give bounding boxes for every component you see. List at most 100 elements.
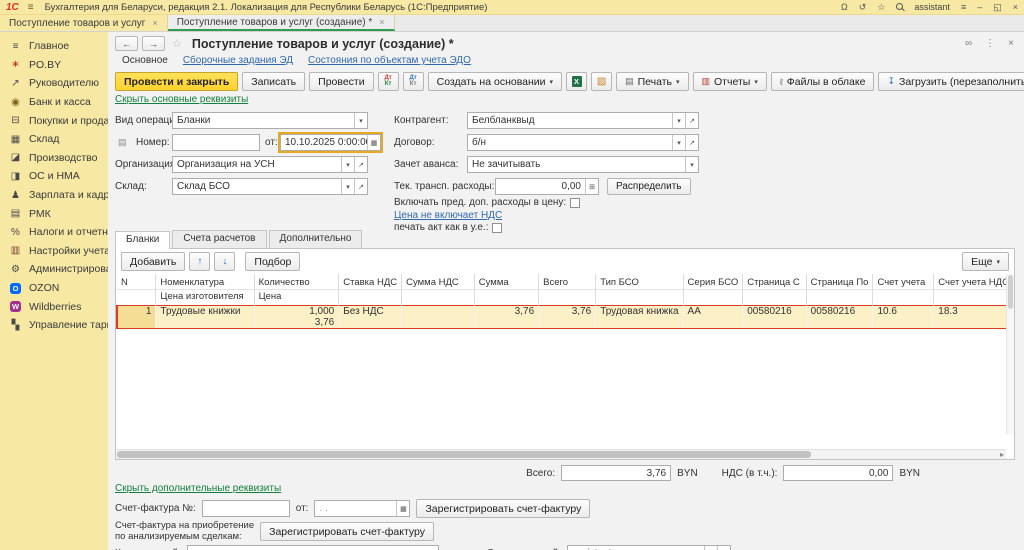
table-row[interactable]: 1Трудовые книжки1,000Без НДС3,763,76Труд… bbox=[117, 306, 1014, 329]
nav-edo-states-link[interactable]: Состояния по объектам учета ЭДО bbox=[308, 55, 471, 66]
table-more-button[interactable]: Еще▾ bbox=[962, 252, 1009, 271]
sidebar-item-warehouse[interactable]: ▦Склад bbox=[0, 130, 108, 149]
favorite-star-icon[interactable]: ☆ bbox=[172, 37, 182, 50]
register-analyzed-invoice-button[interactable]: Зарегистрировать счет-фактуру bbox=[260, 522, 434, 541]
app-tab[interactable]: Поступление товаров и услуг× bbox=[0, 15, 168, 31]
grid-cell[interactable] bbox=[539, 317, 596, 329]
grid-cell[interactable] bbox=[873, 317, 934, 329]
minimize-icon[interactable]: – bbox=[977, 2, 982, 12]
grid-cell[interactable] bbox=[339, 317, 402, 329]
open-icon[interactable]: ↗ bbox=[354, 179, 367, 194]
cloud-files-button[interactable]: ℓ Файлы в облаке bbox=[771, 72, 875, 91]
organization-field[interactable]: Организация на УСН ▾ ↗ bbox=[172, 156, 368, 173]
hide-additional-requisites-link[interactable]: Скрыть дополнительные реквизиты bbox=[115, 483, 281, 494]
save-button[interactable]: Записать bbox=[242, 72, 305, 91]
nav-assembly-tasks-link[interactable]: Сборочные задания ЭД bbox=[183, 55, 293, 66]
attached-images-button[interactable]: ▧ bbox=[591, 72, 612, 91]
grid-cell[interactable]: АА bbox=[683, 306, 743, 318]
sidebar-item-wildberries[interactable]: WWildberries bbox=[0, 297, 108, 316]
grid-cell[interactable] bbox=[402, 317, 475, 329]
open-icon[interactable]: ↗ bbox=[354, 157, 367, 172]
scroll-right-icon[interactable]: ▸ bbox=[1000, 450, 1004, 459]
operation-type-field[interactable]: Бланки ▾ bbox=[172, 112, 368, 129]
chevron-down-icon[interactable]: ▾ bbox=[354, 113, 367, 128]
scrollbar-thumb[interactable] bbox=[117, 451, 811, 458]
grid-cell[interactable] bbox=[156, 317, 254, 329]
create-based-on-button[interactable]: Создать на основании▾ bbox=[428, 72, 562, 91]
forward-button[interactable]: → bbox=[142, 36, 165, 51]
grid-cell[interactable] bbox=[934, 317, 1014, 329]
favorites-icon[interactable]: ☆ bbox=[877, 2, 885, 13]
grid-cell[interactable]: 00580216 bbox=[806, 306, 873, 318]
sidebar-item-manager[interactable]: ↗Руководителю bbox=[0, 74, 108, 93]
counterparty-field[interactable]: Белбланквыд ▾ ↗ bbox=[467, 112, 699, 129]
table-tab[interactable]: Дополнительно bbox=[269, 230, 363, 248]
tab-close-icon[interactable]: × bbox=[152, 18, 157, 28]
sidebar-item-rmk[interactable]: ▤РМК bbox=[0, 204, 108, 223]
get-link-icon[interactable]: ∞ bbox=[965, 38, 972, 49]
notifications-icon[interactable]: Ω bbox=[841, 2, 848, 12]
chevron-down-icon[interactable]: ▾ bbox=[341, 179, 354, 194]
grid-cell[interactable] bbox=[596, 317, 683, 329]
sidebar-item-accounting-settings[interactable]: ▥Настройки учета bbox=[0, 242, 108, 261]
grid-cell[interactable] bbox=[683, 317, 743, 329]
close-form-icon[interactable]: × bbox=[1008, 38, 1014, 49]
open-icon[interactable]: ↗ bbox=[685, 113, 698, 128]
number-field[interactable] bbox=[172, 134, 260, 151]
sidebar-item-administration[interactable]: ⚙Администрирование bbox=[0, 260, 108, 279]
nav-main-tab[interactable]: Основное bbox=[122, 55, 168, 66]
vertical-scrollbar[interactable] bbox=[1006, 274, 1014, 434]
date-field[interactable]: 10.10.2025 0:00:00 ▦ bbox=[280, 134, 381, 151]
invoice-number-field[interactable] bbox=[202, 500, 290, 517]
chevron-down-icon[interactable]: ▾ bbox=[672, 113, 685, 128]
load-from-file-button[interactable]: ↧ Загрузить (перезаполнить) из файла bbox=[878, 72, 1024, 91]
chevron-down-icon[interactable]: ▾ bbox=[341, 157, 354, 172]
history-icon[interactable]: ↺ bbox=[859, 2, 867, 13]
restore-icon[interactable]: ◱ bbox=[993, 2, 1002, 13]
calculator-icon[interactable]: ⊞ bbox=[585, 179, 598, 194]
distribute-button[interactable]: Распределить bbox=[607, 178, 691, 195]
post-button[interactable]: Провести bbox=[309, 72, 373, 91]
comment-field[interactable] bbox=[187, 545, 439, 550]
table-tab[interactable]: Бланки bbox=[115, 231, 170, 249]
transport-costs-field[interactable]: 0,00 ⊞ bbox=[495, 178, 599, 195]
posting-structure-button[interactable]: ДтКт bbox=[403, 72, 424, 91]
grid-cell[interactable]: 1 bbox=[117, 306, 156, 318]
grid-cell[interactable] bbox=[402, 306, 475, 318]
calendar-icon[interactable]: ▦ bbox=[367, 135, 380, 150]
responsible-field[interactable]: assistant ▾ ↗ bbox=[567, 545, 731, 550]
calendar-icon[interactable]: ▦ bbox=[396, 501, 409, 516]
open-icon[interactable]: ↗ bbox=[685, 135, 698, 150]
price-vat-link[interactable]: Цена не включает НДС bbox=[394, 210, 502, 221]
grid-cell[interactable] bbox=[743, 317, 806, 329]
register-invoice-button[interactable]: Зарегистрировать счет-фактуру bbox=[416, 499, 590, 518]
grid-cell[interactable]: Трудовые книжки bbox=[156, 306, 254, 318]
sidebar-item-salary-hr[interactable]: ♟Зарплата и кадры bbox=[0, 186, 108, 205]
post-and-close-button[interactable]: Провести и закрыть bbox=[115, 72, 238, 91]
sidebar-item-bank-cash[interactable]: ◉Банк и касса bbox=[0, 93, 108, 112]
vat-amount-field[interactable]: 0,00 bbox=[783, 465, 893, 481]
chevron-down-icon[interactable]: ▾ bbox=[704, 546, 717, 550]
grid-cell[interactable]: 1,000 bbox=[254, 306, 339, 318]
sidebar-item-po-by[interactable]: ∗PO.BY bbox=[0, 56, 108, 75]
grid-cell[interactable]: 3,76 bbox=[474, 306, 538, 318]
chevron-down-icon[interactable]: ▾ bbox=[672, 135, 685, 150]
grid-cell[interactable] bbox=[117, 317, 156, 329]
tab-close-icon[interactable]: × bbox=[379, 17, 384, 27]
sidebar-item-tariff[interactable]: ▚Управление тарифом bbox=[0, 316, 108, 335]
export-excel-button[interactable]: X bbox=[566, 72, 587, 91]
grid-cell[interactable]: 3,76 bbox=[254, 317, 339, 329]
grid-cell[interactable] bbox=[474, 317, 538, 329]
move-down-button[interactable]: ↓ bbox=[214, 252, 235, 271]
service-menu-icon[interactable]: ≡ bbox=[961, 2, 966, 12]
table-tab[interactable]: Счета расчетов bbox=[172, 230, 266, 248]
sidebar-item-fixed-assets[interactable]: ◨ОС и НМА bbox=[0, 167, 108, 186]
warehouse-field[interactable]: Склад БСО ▾ ↗ bbox=[172, 178, 368, 195]
grid-cell[interactable]: 3,76 bbox=[539, 306, 596, 318]
move-up-button[interactable]: ↑ bbox=[189, 252, 210, 271]
open-icon[interactable]: ↗ bbox=[717, 546, 730, 550]
grid-cell[interactable]: 10.6 bbox=[873, 306, 934, 318]
grid-cell[interactable]: 18.3 bbox=[934, 306, 1014, 318]
sidebar-item-production[interactable]: ◪Производство bbox=[0, 149, 108, 168]
sidebar-item-purchases-sales[interactable]: ⊟Покупки и продажи bbox=[0, 111, 108, 130]
